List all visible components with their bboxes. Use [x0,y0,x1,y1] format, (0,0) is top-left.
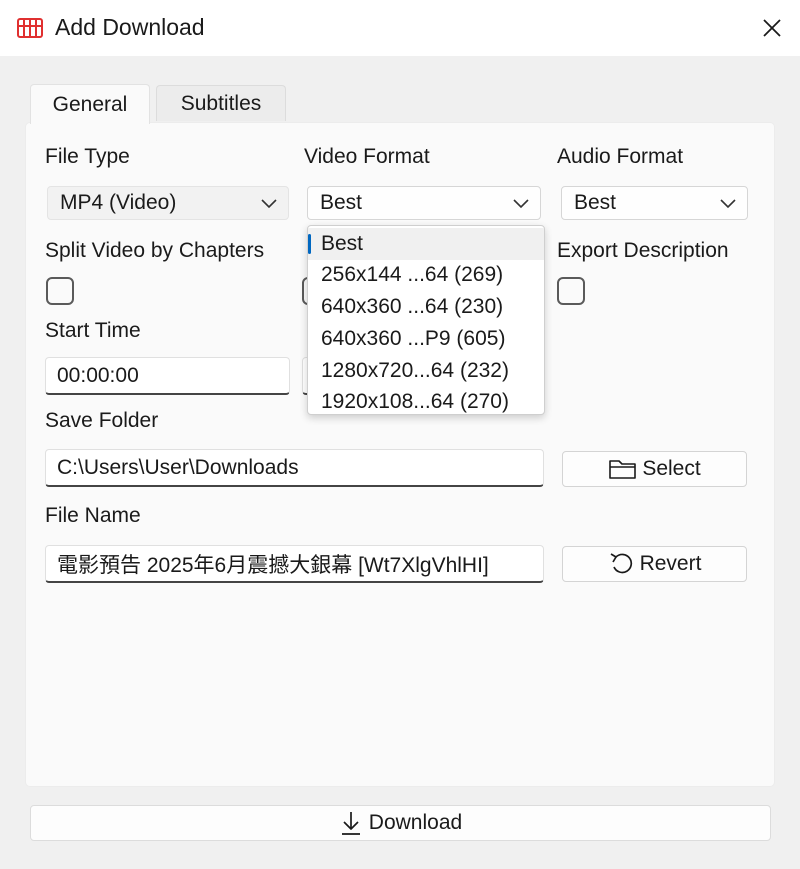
audio-format-value: Best [574,191,617,214]
dropdown-option[interactable]: 1280x720...64 (232) [308,355,544,387]
save-folder-label: Save Folder [45,409,159,432]
file-type-select[interactable]: MP4 (Video) [47,186,289,220]
dropdown-option-label: 1920x108...64 (270) [321,390,509,413]
audio-format-select[interactable]: Best [561,186,748,220]
revert-button[interactable]: Revert [562,546,747,582]
download-button[interactable]: Download [30,805,771,841]
file-name-label: File Name [45,504,141,527]
start-time-input[interactable]: 00:00:00 [45,357,290,395]
tab-general[interactable]: General [30,84,150,124]
selection-indicator [308,234,311,254]
chevron-down-icon [720,199,736,209]
dropdown-option[interactable]: 640x360 ...64 (230) [308,291,544,323]
revert-label: Revert [639,552,702,575]
close-icon [763,19,781,37]
tab-subtitles[interactable]: Subtitles [156,85,286,121]
folder-icon [609,460,637,479]
video-format-value: Best [320,191,363,214]
audio-format-label: Audio Format [557,145,684,168]
dropdown-option-label: 1280x720...64 (232) [321,359,509,382]
dropdown-option[interactable]: Best [308,228,544,260]
app-logo-icon [17,18,43,38]
title-bar: Add Download [0,0,800,56]
split-chapters-label: Split Video by Chapters [45,239,265,262]
chevron-down-icon [513,199,529,209]
dropdown-option-label: 640x360 ...P9 (605) [321,327,506,350]
save-folder-input[interactable]: C:\Users\User\Downloads [45,449,544,487]
download-arrow-icon [341,812,360,835]
video-format-label: Video Format [304,145,430,168]
dropdown-option-label: 640x360 ...64 (230) [321,295,504,318]
chevron-down-icon [261,199,277,209]
file-type-label: File Type [45,145,130,168]
close-button[interactable] [744,0,800,56]
dropdown-option[interactable]: 640x360 ...P9 (605) [308,323,544,355]
select-folder-button[interactable]: Select [562,451,747,487]
video-format-select[interactable]: Best [307,186,541,220]
split-chapters-checkbox[interactable] [46,277,74,305]
dropdown-option[interactable]: 256x144 ...64 (269) [308,259,544,291]
dropdown-option-label: 256x144 ...64 (269) [321,263,504,286]
undo-icon [610,553,632,574]
export-description-checkbox[interactable] [557,277,585,305]
file-type-value: MP4 (Video) [60,191,177,214]
dropdown-option-label: Best [321,232,364,255]
video-format-dropdown: Best 256x144 ...64 (269) 640x360 ...64 (… [307,225,545,415]
file-name-input[interactable]: 電影預告 2025年6月震撼大銀幕 [Wt7XlgVhlHI] [45,545,544,583]
export-description-label: Export Description [557,239,729,262]
download-label: Download [368,811,463,834]
start-time-label: Start Time [45,319,141,342]
select-folder-label: Select [642,457,701,480]
dropdown-option[interactable]: 1920x108...64 (270) [308,386,544,418]
window-title: Add Download [55,14,205,40]
